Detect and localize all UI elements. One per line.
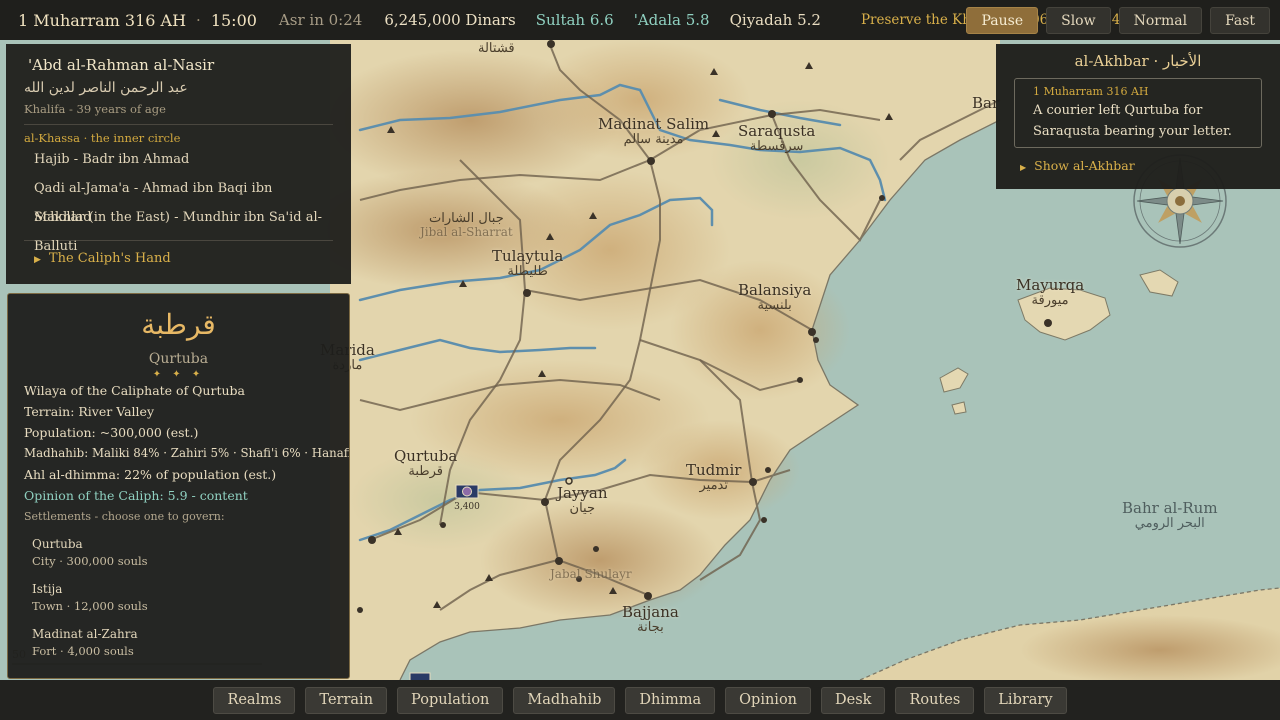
treasury-amount[interactable]: 6,245,000 Dinars — [384, 11, 515, 29]
pause-button[interactable]: Pause — [966, 7, 1039, 34]
triangle-right-icon: ▶ — [1020, 163, 1027, 172]
divider — [24, 124, 333, 125]
settlement-info: Town · 12,000 souls — [32, 599, 148, 613]
game-time: 15:00 — [210, 10, 257, 30]
place-label-jabal-shulayr: Jabal Shulayr — [550, 567, 632, 581]
tab-desk[interactable]: Desk — [821, 686, 886, 714]
date-separator: · — [196, 11, 201, 29]
place-label-madinat-salim[interactable]: Madinat Salim مدينة سالم — [598, 116, 709, 147]
settlement-item[interactable]: Qurtuba City · 300,000 souls — [32, 537, 333, 568]
court-member-hajib[interactable]: Hajib - Badr ibn Ahmad — [34, 145, 333, 174]
tab-dhimma[interactable]: Dhimma — [625, 686, 716, 714]
news-title: al-Akhbar · الأخبار — [1074, 52, 1202, 70]
place-label-tulaytula[interactable]: Tulaytula طليطلة — [492, 248, 563, 279]
fast-speed-button[interactable]: Fast — [1210, 7, 1270, 34]
show-news-label: Show al-Akhbar — [1034, 158, 1135, 173]
prayer-timer: Asr in 0:24 — [278, 11, 363, 29]
qiyadah-stat[interactable]: Qiyadah 5.2 — [730, 11, 821, 29]
place-label-bahr-al-rum: Bahr al-Rum البحر الرومي — [1122, 499, 1218, 531]
settlement-name: Istija — [32, 582, 63, 596]
ruler-name[interactable]: 'Abd al-Rahman al-Nasir — [28, 56, 333, 74]
court-member-scholar[interactable]: Scholar (in the East) - Mundhir ibn Sa'i… — [34, 203, 333, 254]
tab-population[interactable]: Population — [397, 686, 504, 714]
city-madhahib: Madhahib: Maliki 84% · Zahiri 5% · Shafi… — [24, 446, 350, 460]
top-status-bar: 1 Muharram 316 AH · 15:00 Asr in 0:24 6,… — [0, 0, 1280, 40]
place-label-saraqusta[interactable]: Saraqusta سرقسطة — [738, 123, 815, 154]
settlement-item[interactable]: Madinat al-Zahra Fort · 4,000 souls — [32, 627, 333, 658]
slow-speed-button[interactable]: Slow — [1046, 7, 1111, 34]
inner-circle-heading: al-Khassa · the inner circle — [24, 131, 181, 145]
place-label-jayyan[interactable]: Jayyan جيان — [557, 485, 608, 516]
normal-speed-button[interactable]: Normal — [1118, 7, 1203, 34]
news-text: A courier left Qurtuba for Saraqusta bea… — [1033, 103, 1232, 139]
city-detail-panel: قرطبة Qurtuba ✦ ✦ ✦ Wilaya of the Caliph… — [7, 293, 350, 679]
show-news-link[interactable]: ▶ Show al-Akhbar — [1020, 158, 1262, 173]
settlement-name: Madinat al-Zahra — [32, 627, 138, 641]
city-dhimma: Ahl al-dhimma: 22% of population (est.) — [24, 467, 277, 482]
place-label-mayurqa[interactable]: Mayurqa ميورقة — [1016, 277, 1084, 308]
place-label-balansiya[interactable]: Balansiya بلنسية — [738, 282, 811, 313]
place-label-qashtala: قشتالة — [478, 41, 515, 56]
tab-terrain[interactable]: Terrain — [305, 686, 388, 714]
army-marker[interactable] — [455, 484, 479, 499]
city-opinion: Opinion of the Caliph: 5.9 - content — [24, 488, 248, 503]
city-name: Qurtuba — [148, 351, 209, 367]
place-label-qurtuba[interactable]: Qurtuba قرطبة — [394, 448, 457, 479]
army-strength: 3,400 — [454, 502, 480, 512]
tab-routes[interactable]: Routes — [895, 686, 975, 714]
place-label-jibal-al-sharrat: جبال الشارات Jibal al-Sharrat — [420, 211, 513, 240]
tab-realms[interactable]: Realms — [213, 686, 296, 714]
tab-library[interactable]: Library — [984, 686, 1067, 714]
tab-madhahib[interactable]: Madhahib — [513, 686, 616, 714]
court-panel: 'Abd al-Rahman al-Nasir عبد الرحمن الناص… — [6, 44, 351, 284]
map-mode-tabs: Realms Terrain Population Madhahib Dhimm… — [0, 680, 1280, 720]
caliphs-hand-label: The Caliph's Hand — [48, 251, 171, 266]
settlement-info: Fort · 4,000 souls — [32, 644, 134, 658]
settlement-item[interactable]: Istija Town · 12,000 souls — [32, 582, 333, 613]
tab-opinion[interactable]: Opinion — [725, 686, 812, 714]
city-terrain: Terrain: River Valley — [24, 404, 155, 419]
speed-controls: Pause Slow Normal Fast — [966, 7, 1270, 34]
settlement-info: City · 300,000 souls — [32, 554, 148, 568]
ruler-name-arabic: عبد الرحمن الناصر لدين الله — [24, 80, 188, 96]
settlements-heading: Settlements - choose one to govern: — [24, 510, 225, 523]
court-member-qadi[interactable]: Qadi al-Jama'a - Ahmad ibn Baqi ibn Makh… — [34, 174, 333, 225]
adala-stat[interactable]: 'Adala 5.8 — [634, 11, 710, 29]
news-date: 1 Muharram 316 AH — [1033, 85, 1149, 98]
triangle-right-icon: ▶ — [34, 255, 41, 265]
city-population: Population: ~300,000 (est.) — [24, 425, 199, 440]
city-name-arabic: قرطبة — [141, 308, 216, 341]
settlement-name: Qurtuba — [32, 537, 83, 551]
sultah-stat[interactable]: Sultah 6.6 — [536, 11, 614, 29]
game-date: 1 Muharram 316 AH — [18, 10, 187, 30]
place-label-tudmir[interactable]: Tudmir تدمير — [686, 462, 741, 493]
caliphs-hand-link[interactable]: ▶ The Caliph's Hand — [34, 251, 333, 266]
ornament-icon: ✦ ✦ ✦ — [152, 369, 205, 380]
ruler-title: Khalifa - 39 years of age — [24, 102, 166, 116]
news-panel: al-Akhbar · الأخبار 1 Muharram 316 AH A … — [996, 44, 1280, 189]
news-item[interactable]: 1 Muharram 316 AH A courier left Qurtuba… — [1014, 78, 1262, 148]
place-label-bajjana[interactable]: Bajjana بجانة — [622, 604, 679, 635]
city-wilaya: Wilaya of the Caliphate of Qurtuba — [24, 383, 245, 398]
